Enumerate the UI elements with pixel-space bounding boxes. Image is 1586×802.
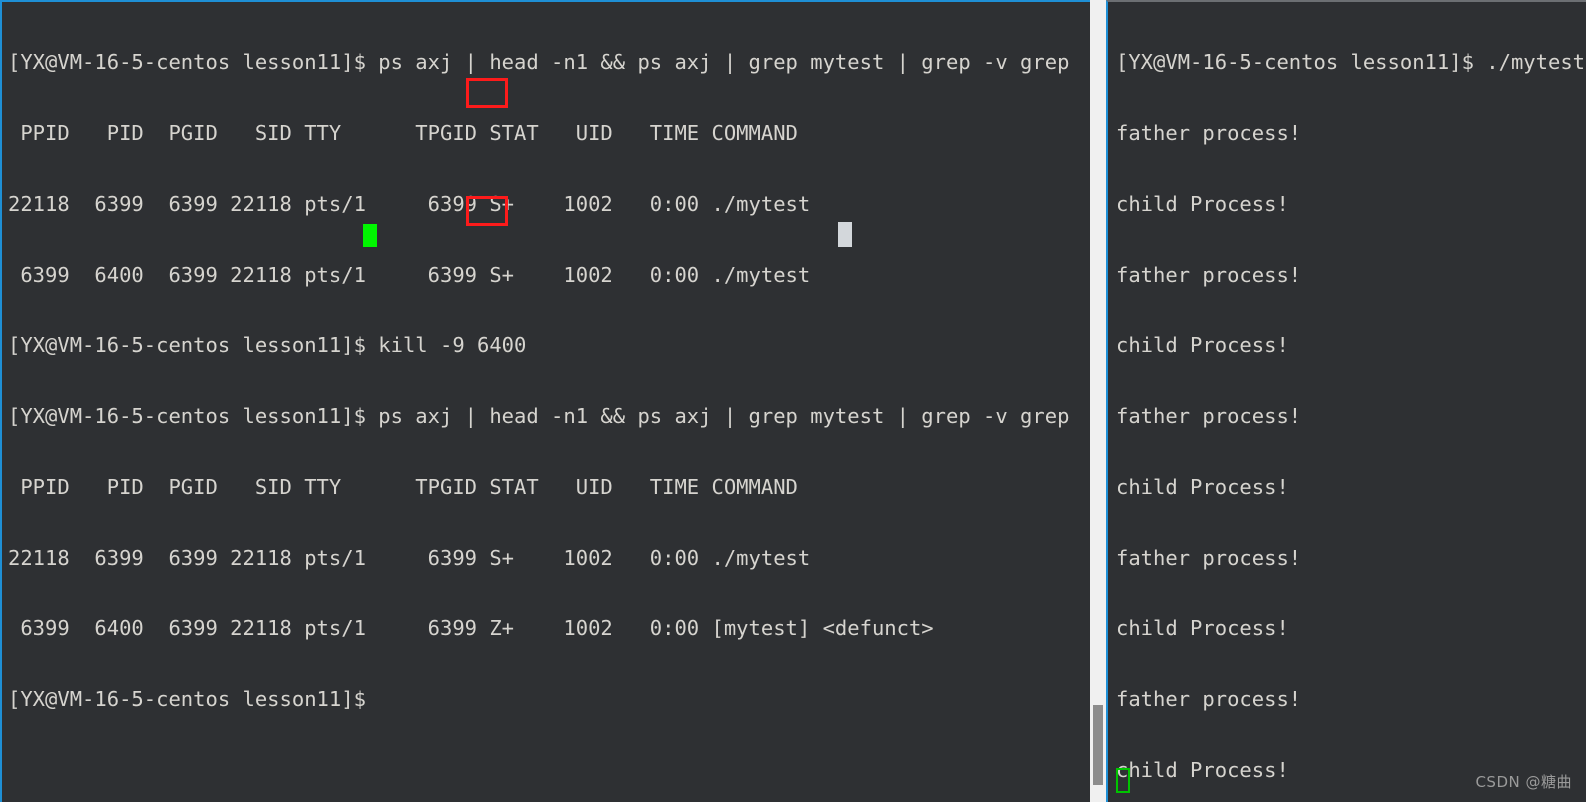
terminal-line: [YX@VM-16-5-centos lesson11]$ ./mytest (1116, 50, 1585, 75)
terminal-line: 22118 6399 6399 22118 pts/1 6399 S+ 1002… (8, 191, 811, 216)
terminal-line: PPID PID PGID SID TTY TPGID STAT UID TIM… (8, 474, 798, 499)
terminal-line: 22118 6399 6399 22118 pts/1 6399 S+ 1002… (8, 545, 811, 570)
scrollbar-thumb[interactable] (1093, 705, 1103, 785)
left-terminal-output: [YX@VM-16-5-centos lesson11]$ ps axj | h… (8, 4, 1069, 759)
left-terminal-pane[interactable]: [YX@VM-16-5-centos lesson11]$ ps axj | h… (0, 0, 1090, 802)
mouse-pointer-block (838, 222, 852, 247)
terminal-line: father process! (1116, 262, 1302, 287)
terminal-line: PPID PID PGID SID TTY TPGID STAT UID TIM… (8, 120, 798, 145)
terminal-cursor (363, 224, 377, 247)
screenshot-root: [YX@VM-16-5-centos lesson11]$ ps axj | h… (0, 0, 1586, 802)
terminal-line: father process! (1116, 404, 1302, 429)
terminal-line: child Process! (1116, 474, 1289, 499)
terminal-cursor-inactive (1116, 768, 1130, 793)
terminal-line: 6399 6400 6399 22118 pts/1 6399 S+ 1002 … (8, 262, 811, 287)
terminal-line: [YX@VM-16-5-centos lesson11]$ kill -9 64… (8, 333, 527, 358)
terminal-line: father process! (1116, 545, 1302, 570)
terminal-line: father process! (1116, 120, 1302, 145)
terminal-line: 6399 6400 6399 22118 pts/1 6399 Z+ 1002 … (8, 616, 934, 641)
terminal-line: child Process! (1116, 333, 1289, 358)
scrollbar-track[interactable] (1090, 0, 1106, 802)
watermark-text: CSDN @糖曲 (1475, 773, 1572, 791)
right-terminal-output: [YX@VM-16-5-centos lesson11]$ ./mytest f… (1116, 4, 1585, 802)
right-terminal-pane[interactable]: [YX@VM-16-5-centos lesson11]$ ./mytest f… (1106, 0, 1586, 802)
terminal-line: [YX@VM-16-5-centos lesson11]$ (8, 687, 379, 712)
terminal-line: child Process! (1116, 191, 1289, 216)
terminal-line: [YX@VM-16-5-centos lesson11]$ ps axj | h… (8, 404, 1070, 429)
terminal-line: [YX@VM-16-5-centos lesson11]$ ps axj | h… (8, 50, 1070, 75)
terminal-line: father process! (1116, 687, 1302, 712)
terminal-line: child Process! (1116, 616, 1289, 641)
